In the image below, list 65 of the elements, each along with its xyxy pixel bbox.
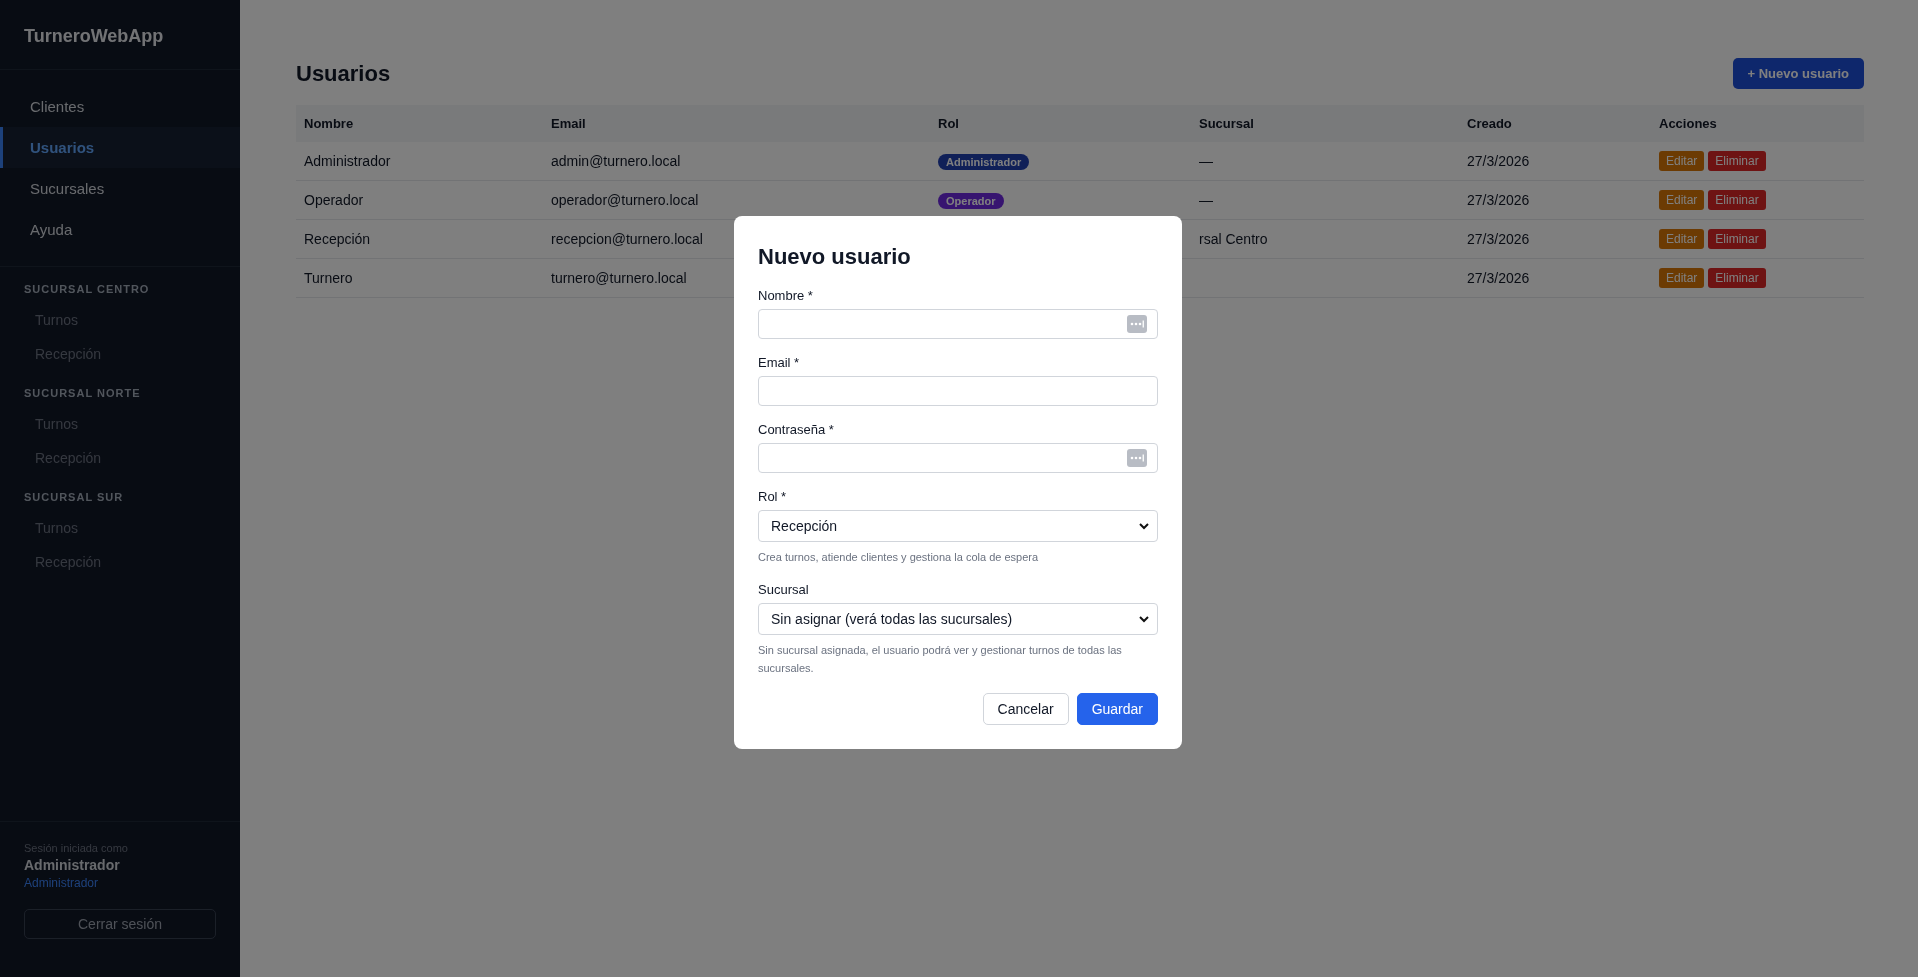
table-cell: — — [1199, 192, 1213, 208]
nav-item[interactable]: Usuarios — [0, 127, 240, 168]
password-manager-icon[interactable] — [1127, 449, 1147, 467]
delete-button[interactable]: Eliminar — [1708, 151, 1766, 171]
chevron-down-icon — [1139, 615, 1149, 623]
field-label: Contraseña * — [758, 422, 835, 437]
user-name: Administrador — [24, 857, 121, 873]
table-cell: — — [1199, 153, 1213, 169]
delete-button[interactable]: Eliminar — [1708, 190, 1766, 210]
role-badge: Operador — [938, 193, 1004, 209]
column-header: Acciones — [1651, 105, 1864, 142]
column-header: Creado — [1459, 105, 1651, 142]
selected-value: Sin asignar (verá todas las sucursales) — [771, 611, 1013, 627]
table-cell: 27/3/2026 — [1467, 192, 1530, 208]
delete-button[interactable]: Eliminar — [1708, 268, 1766, 288]
input-field[interactable] — [758, 309, 1158, 339]
table-cell: 27/3/2026 — [1467, 231, 1530, 247]
new-user-button[interactable]: + Nuevo usuario — [1732, 58, 1864, 89]
chevron-down-icon — [1139, 522, 1149, 530]
table-cell: 27/3/2026 — [1467, 153, 1530, 169]
table-cell: Operador — [304, 192, 364, 208]
table-cell: admin@turnero.local — [551, 153, 681, 169]
select-field[interactable]: Sin asignar (verá todas las sucursales) — [758, 603, 1158, 635]
input-field[interactable] — [758, 376, 1158, 406]
password-manager-icon[interactable] — [1127, 315, 1147, 333]
table-cell: rsal Centro — [1199, 231, 1268, 247]
select-field[interactable]: Recepción — [758, 510, 1158, 542]
section-heading: SUCURSAL SUR — [23, 491, 125, 505]
section-heading: SUCURSAL NORTE — [23, 387, 142, 401]
field-label: Nombre * — [758, 288, 814, 303]
cancel-button[interactable]: Cancelar — [982, 693, 1069, 725]
table-cell: Recepción — [304, 231, 371, 247]
column-header: Sucursal — [1191, 105, 1459, 142]
edit-button[interactable]: Editar — [1659, 151, 1705, 171]
app-logo: TurneroWebApp — [0, 0, 240, 70]
edit-button[interactable]: Editar — [1659, 190, 1705, 210]
help-text: Sin sucursal asignada, el usuario podrá ver y gestionar turnos de todas las sucursales. — [758, 643, 1123, 676]
input-field[interactable] — [758, 443, 1158, 473]
table-cell: recepcion@turnero.local — [551, 231, 703, 247]
edit-button[interactable]: Editar — [1659, 268, 1705, 288]
table-cell: turnero@turnero.local — [551, 270, 687, 286]
role-badge: Administrador — [938, 154, 1030, 170]
column-header: Rol — [930, 105, 1191, 142]
field-label: Rol * — [758, 489, 788, 504]
table-cell: Administrador — [304, 153, 391, 169]
dialog-title: Nuevo usuario — [758, 244, 912, 270]
table-cell: operador@turnero.local — [551, 192, 699, 208]
nav-item[interactable]: Ayuda — [0, 209, 240, 250]
nav-item[interactable]: Sucursales — [0, 168, 240, 209]
field-label: Email * — [758, 355, 801, 370]
table-cell: 27/3/2026 — [1467, 270, 1530, 286]
user-role: Administrador — [24, 876, 100, 890]
column-header: Email — [543, 105, 930, 142]
column-header: Nombre — [296, 105, 543, 142]
field-label: Sucursal — [758, 582, 810, 597]
logout-button[interactable]: Cerrar sesión — [24, 909, 216, 939]
help-text: Crea turnos, atiende clientes y gestiona la cola de espera — [758, 550, 1040, 565]
page-title: Usuarios — [296, 60, 391, 87]
table-cell: Turnero — [304, 270, 353, 286]
selected-value: Recepción — [771, 518, 838, 534]
delete-button[interactable]: Eliminar — [1708, 229, 1766, 249]
section-heading: SUCURSAL CENTRO — [23, 283, 151, 297]
save-button[interactable]: Guardar — [1076, 693, 1158, 725]
nav-item[interactable]: Clientes — [0, 86, 240, 127]
edit-button[interactable]: Editar — [1659, 229, 1705, 249]
